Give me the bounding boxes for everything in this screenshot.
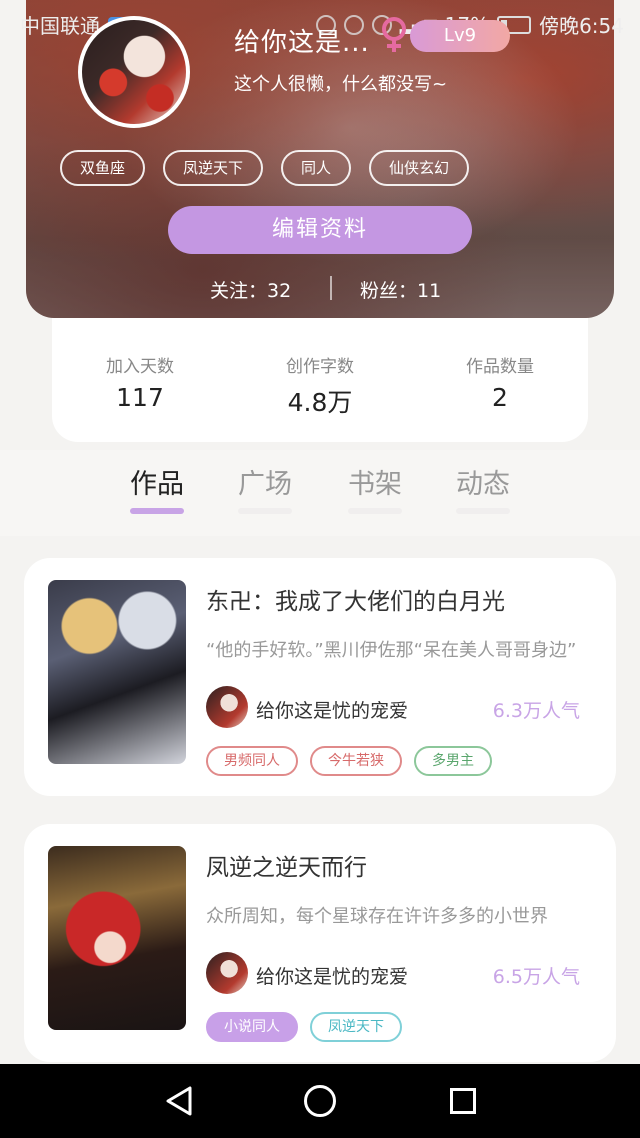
female-gender-icon [382, 17, 406, 52]
edit-profile-button[interactable]: 编辑资料 [168, 206, 472, 254]
author-name[interactable]: 给你这是忧的宠爱 [256, 696, 408, 723]
level-badge: Lv9 [410, 20, 510, 52]
system-navigation-bar [0, 1064, 640, 1138]
profile-tags: 双鱼座 凤逆天下 同人 仙侠玄幻 [60, 150, 470, 186]
avatar[interactable] [78, 16, 190, 128]
carrier-name: 中国联通 [20, 14, 100, 38]
work-description: “他的手好软。”黑川伊佐那“呆在美人哥哥身边” [206, 640, 577, 661]
profile-tag[interactable]: 凤逆天下 [163, 150, 264, 186]
stat-join-days: 加入天数 117 [70, 352, 210, 412]
tab-activity[interactable]: 动态 [438, 462, 528, 501]
following-count[interactable]: 关注：32 [210, 276, 291, 303]
work-cover-image[interactable] [48, 580, 186, 764]
clock: 傍晚6:54 [539, 14, 624, 38]
stat-value: 117 [116, 383, 164, 412]
tab-square-underline [238, 508, 292, 514]
follow-divider [330, 276, 332, 300]
content-tabs: 作品 广场 书架 动态 [0, 450, 640, 536]
work-tag[interactable]: 多男主 [414, 746, 492, 776]
back-icon[interactable] [164, 1085, 194, 1117]
tab-bookshelf-underline [348, 508, 402, 514]
work-tag[interactable]: 今牛若狭 [310, 746, 402, 776]
fans-count[interactable]: 粉丝：11 [360, 276, 441, 303]
stats-card: 加入天数 117 创作字数 4.8万 作品数量 2 [52, 318, 588, 442]
tab-works-underline [130, 508, 184, 514]
author-avatar[interactable] [206, 952, 248, 994]
profile-tag[interactable]: 同人 [281, 150, 352, 186]
work-tag[interactable]: 小说同人 [206, 1012, 298, 1042]
stat-work-count: 作品数量 2 [430, 352, 570, 412]
stat-value: 2 [492, 383, 508, 412]
work-tag[interactable]: 男频同人 [206, 746, 298, 776]
tab-activity-underline [456, 508, 510, 514]
work-card[interactable]: 凤逆之逆天而行 众所周知，每个星球存在许许多多的小世界 给你这是忧的宠爱 6.5… [24, 824, 616, 1062]
work-title[interactable]: 东卍：我成了大佬们的白月光 [206, 582, 505, 616]
popularity: 6.3万人气 [492, 700, 580, 722]
avatar-image [82, 20, 186, 124]
stat-word-count: 创作字数 4.8万 [250, 352, 390, 419]
tab-works[interactable]: 作品 [112, 462, 202, 501]
profile-page: 中国联通 ▂▄▆ 17% 傍晚6:54 给你这是... Lv9 这个人很懒，什么… [0, 0, 640, 1138]
work-tags: 小说同人 凤逆天下 [206, 1012, 402, 1042]
recent-apps-icon[interactable] [450, 1088, 476, 1114]
work-cover-image[interactable] [48, 846, 186, 1030]
bio: 这个人很懒，什么都没写~ [234, 74, 448, 95]
tab-square[interactable]: 广场 [220, 462, 310, 501]
author-name[interactable]: 给你这是忧的宠爱 [256, 962, 408, 989]
work-title[interactable]: 凤逆之逆天而行 [206, 848, 367, 882]
stat-value: 4.8万 [287, 388, 353, 417]
home-icon[interactable] [304, 1085, 336, 1117]
stat-label: 作品数量 [466, 357, 534, 377]
stat-label: 创作字数 [286, 357, 354, 377]
work-card[interactable]: 东卍：我成了大佬们的白月光 “他的手好软。”黑川伊佐那“呆在美人哥哥身边” 给你… [24, 558, 616, 796]
profile-tag[interactable]: 双鱼座 [60, 150, 146, 186]
work-description: 众所周知，每个星球存在许许多多的小世界 [206, 906, 548, 927]
username: 给你这是... [234, 28, 370, 58]
author-avatar[interactable] [206, 686, 248, 728]
work-tag[interactable]: 凤逆天下 [310, 1012, 402, 1042]
stat-label: 加入天数 [106, 357, 174, 377]
profile-tag[interactable]: 仙侠玄幻 [369, 150, 470, 186]
popularity: 6.5万人气 [492, 966, 580, 988]
tab-bookshelf[interactable]: 书架 [330, 462, 420, 501]
work-tags: 男频同人 今牛若狭 多男主 [206, 746, 492, 776]
